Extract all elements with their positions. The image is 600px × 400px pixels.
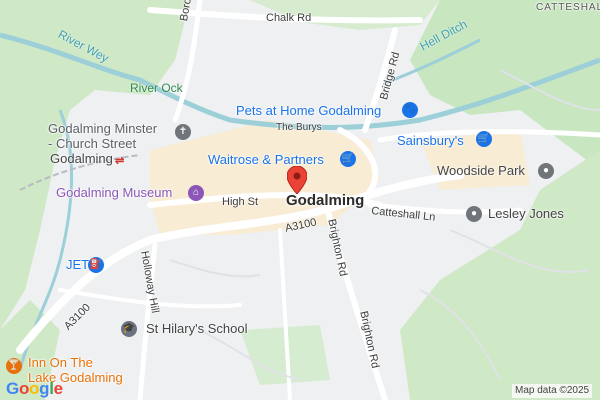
place-label-catteshall: CATTESHALL: [536, 2, 600, 13]
map-canvas[interactable]: Chalk Rd Borough Rd Bridge Rd High St Ca…: [0, 0, 600, 400]
hotel-icon[interactable]: 🍸: [6, 358, 22, 374]
poi-label-pets[interactable]: Pets at Home Godalming: [236, 103, 381, 119]
place-marker-icon[interactable]: ●: [466, 206, 482, 222]
road-label-high-st: High St: [222, 196, 259, 208]
poi-label-minster[interactable]: Godalming Minster - Church Street: [48, 121, 158, 152]
pet-shop-icon[interactable]: 🐾: [402, 102, 418, 118]
school-icon[interactable]: 🎓: [121, 321, 137, 337]
place-label-woodside[interactable]: Woodside Park: [437, 163, 525, 179]
poi-label-minster-text: Godalming Minster - Church Street: [48, 121, 158, 151]
poi-label-museum[interactable]: Godalming Museum: [56, 185, 172, 201]
poi-label-sainsburys[interactable]: Sainsbury's: [397, 133, 464, 149]
rail-icon: ⇌: [115, 155, 125, 167]
station-label: Godalming: [50, 151, 113, 166]
place-label-lesley-jones[interactable]: Lesley Jones: [488, 206, 564, 222]
shopping-cart-icon[interactable]: 🛒: [340, 151, 356, 167]
place-marker-icon[interactable]: ●: [538, 163, 554, 179]
map-attribution[interactable]: Map data ©2025: [512, 384, 593, 398]
location-marker-icon[interactable]: [287, 166, 307, 194]
google-logo: Google: [6, 379, 63, 398]
place-label-burys: The Burys: [276, 122, 322, 133]
road-label-chalk: Chalk Rd: [266, 12, 312, 24]
water-label-river-ock: River Ock: [130, 81, 183, 95]
poi-label-st-hilarys[interactable]: St Hilary's School: [146, 321, 247, 337]
church-icon[interactable]: ✝: [175, 124, 191, 140]
museum-icon[interactable]: ⌂: [188, 185, 204, 201]
fuel-icon[interactable]: ⛽: [88, 257, 104, 273]
town-label: Godalming: [286, 192, 365, 209]
shopping-cart-icon[interactable]: 🛒: [476, 131, 492, 147]
poi-label-waitrose[interactable]: Waitrose & Partners: [208, 152, 324, 168]
poi-label-jet[interactable]: JET: [66, 257, 89, 273]
